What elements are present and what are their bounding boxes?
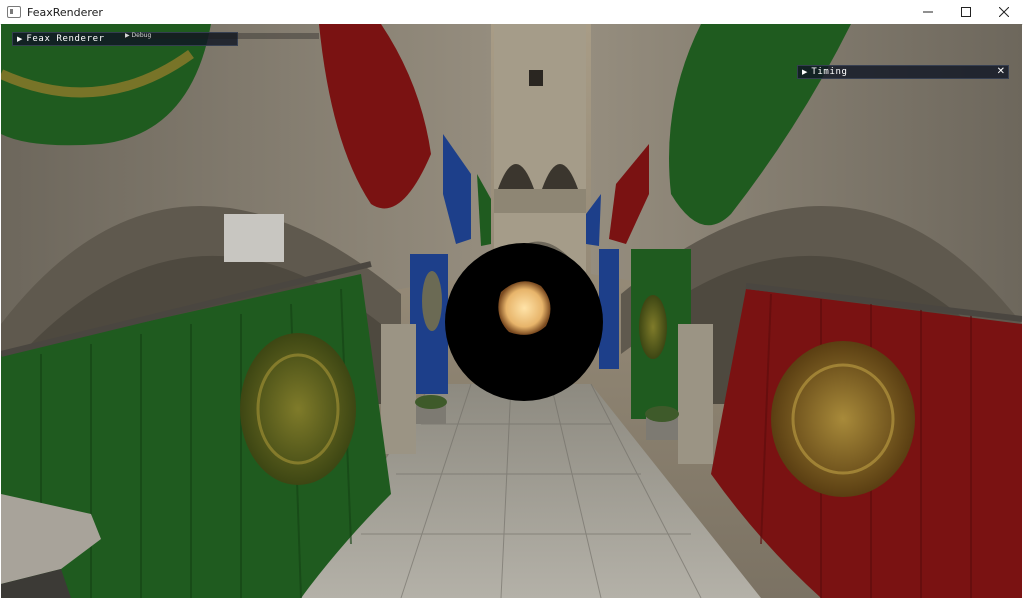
debug-collapse-arrow-icon[interactable]: ▶ [125, 32, 130, 39]
renderer-panel-title: Feax Renderer [26, 34, 105, 44]
render-viewport[interactable]: ▶ Feax Renderer ▶ Debug ▶ Timing ✕ [1, 24, 1022, 598]
close-button[interactable] [985, 0, 1023, 24]
debug-section-title: Debug [131, 32, 152, 39]
timing-panel-header[interactable]: ▶ Timing ✕ [797, 65, 1009, 79]
close-icon [999, 7, 1009, 17]
debug-section-label: ▶ Debug [125, 32, 151, 39]
debug-section-header[interactable]: ▶ Debug [121, 32, 319, 39]
maximize-icon [961, 7, 971, 17]
minimize-button[interactable] [909, 0, 947, 24]
timing-close-icon[interactable]: ✕ [997, 66, 1005, 78]
timing-panel-title: Timing [811, 67, 848, 77]
window-titlebar[interactable]: FeaxRenderer [0, 0, 1023, 25]
window-app-icon [7, 6, 21, 18]
window-controls [909, 0, 1023, 24]
timing-collapse-arrow-icon[interactable]: ▶ [802, 68, 807, 76]
rendered-scene [1, 24, 1022, 598]
window-title: FeaxRenderer [27, 5, 103, 19]
maximize-button[interactable] [947, 0, 985, 24]
collapse-arrow-icon[interactable]: ▶ [17, 35, 22, 43]
minimize-icon [923, 11, 933, 13]
